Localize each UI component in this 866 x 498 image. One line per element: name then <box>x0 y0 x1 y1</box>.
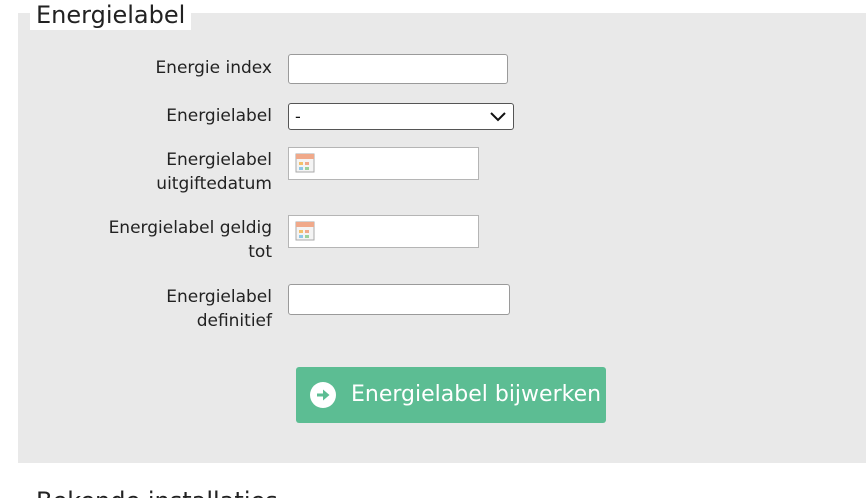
definitief-input[interactable] <box>288 284 510 315</box>
uitgiftedatum-date-input[interactable] <box>288 147 479 180</box>
energielabel-bijwerken-label: Energielabel bijwerken <box>351 382 602 407</box>
page: Energielabel Energie index Energielabel … <box>0 0 866 498</box>
definitief-label: Energielabel definitief <box>72 285 272 333</box>
definitief-label-line1: Energielabel <box>166 287 272 307</box>
geldig-tot-label-line1: Energielabel geldig <box>108 218 272 238</box>
energie-index-label: Energie index <box>155 58 272 78</box>
calendar-icon[interactable] <box>295 153 315 173</box>
uitgiftedatum-label: Energielabel uitgiftedatum <box>72 148 272 196</box>
energielabel-bijwerken-button[interactable]: Energielabel bijwerken <box>296 367 606 423</box>
energie-index-input[interactable] <box>288 54 508 84</box>
uitgiftedatum-label-line2: uitgiftedatum <box>156 174 272 194</box>
energielabel-select[interactable]: - <box>288 103 514 130</box>
energielabel-select-value: - <box>295 107 301 126</box>
geldig-tot-label-line2: tot <box>248 242 272 262</box>
calendar-icon[interactable] <box>295 221 315 241</box>
definitief-label-line2: definitief <box>196 311 272 331</box>
chevron-down-icon <box>490 112 506 122</box>
arrow-right-circle-icon <box>310 382 336 408</box>
next-section-title: Bekende installaties <box>36 486 278 498</box>
geldig-tot-label: Energielabel geldig tot <box>72 216 272 264</box>
energielabel-label: Energielabel <box>166 106 272 126</box>
uitgiftedatum-label-line1: Energielabel <box>166 150 272 170</box>
section-title: Energielabel <box>30 0 192 30</box>
geldig-tot-date-input[interactable] <box>288 215 479 248</box>
